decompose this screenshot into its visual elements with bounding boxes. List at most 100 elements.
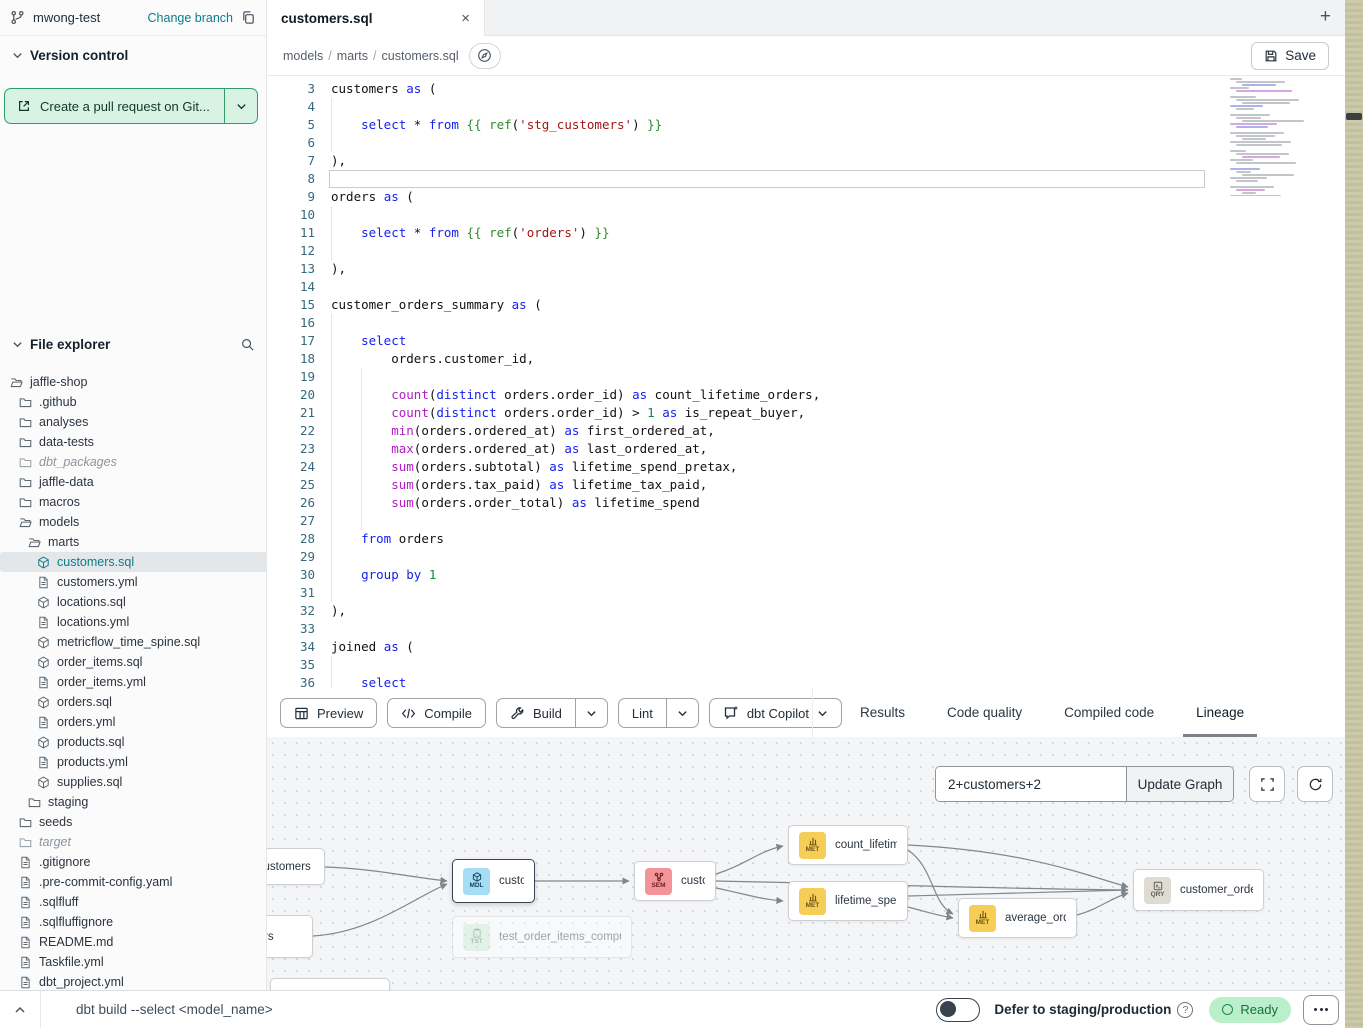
tree-item-analyses[interactable]: analyses: [0, 412, 267, 432]
tab-code-quality[interactable]: Code quality: [926, 688, 1043, 737]
build-caret[interactable]: [575, 699, 607, 727]
lineage-node-test_order_items[interactable]: TSTtest_order_items_compute_to_bools...: [452, 916, 632, 958]
compile-button[interactable]: Compile: [387, 698, 486, 728]
tree-item-order-items-yml[interactable]: order_items.yml: [0, 672, 267, 692]
tree-item-jaffle-data[interactable]: jaffle-data: [0, 472, 267, 492]
code-line-10[interactable]: 10: [267, 206, 1345, 224]
save-button[interactable]: Save: [1251, 42, 1329, 70]
tree-item-marts[interactable]: marts: [0, 532, 267, 552]
tree-item-metricflow-time-spine-sql[interactable]: metricflow_time_spine.sql: [0, 632, 267, 652]
lineage-node-partial_node[interactable]: [270, 978, 390, 990]
create-pr-caret[interactable]: [224, 89, 257, 123]
tree-item-order-items-sql[interactable]: order_items.sql: [0, 652, 267, 672]
window-edge-scrollbar[interactable]: [1345, 0, 1363, 1028]
code-line-16[interactable]: 16: [267, 314, 1345, 332]
code-line-32[interactable]: 32),: [267, 602, 1345, 620]
tree-item--sqlfluffignore[interactable]: .sqlfluffignore: [0, 912, 267, 932]
version-control-header[interactable]: Version control: [0, 36, 266, 63]
lint-button[interactable]: Lint: [619, 699, 666, 727]
code-line-24[interactable]: 24 sum(orders.subtotal) as lifetime_spen…: [267, 458, 1345, 476]
lineage-node-count_lifetime_orders[interactable]: METcount_lifetime_orders: [788, 825, 908, 865]
tree-item-supplies-sql[interactable]: supplies.sql: [0, 772, 267, 792]
build-button[interactable]: Build: [497, 699, 575, 727]
lineage-node-customers_semantic[interactable]: SEMcustomers: [634, 861, 716, 901]
code-line-9[interactable]: 9orders as (: [267, 188, 1345, 206]
lint-caret[interactable]: [666, 699, 698, 727]
tree-item-macros[interactable]: macros: [0, 492, 267, 512]
code-line-3[interactable]: 3customers as (: [267, 80, 1345, 98]
file-explorer-header[interactable]: File explorer: [0, 332, 267, 356]
create-pr-main[interactable]: Create a pull request on Git...: [5, 89, 224, 123]
help-icon[interactable]: ?: [1177, 1002, 1193, 1018]
tab-results[interactable]: Results: [839, 688, 926, 737]
code-line-34[interactable]: 34joined as (: [267, 638, 1345, 656]
code-line-14[interactable]: 14: [267, 278, 1345, 296]
lineage-selector-input[interactable]: [936, 767, 1126, 801]
command-input[interactable]: dbt build --select <model_name>: [76, 1002, 273, 1017]
code-line-21[interactable]: 21 count(distinct orders.order_id) > 1 a…: [267, 404, 1345, 422]
code-line-11[interactable]: 11 select * from {{ ref('orders') }}: [267, 224, 1345, 242]
code-line-19[interactable]: 19: [267, 368, 1345, 386]
tree-item-target[interactable]: target: [0, 832, 267, 852]
breadcrumb-item[interactable]: customers.sql: [382, 49, 459, 63]
new-tab-button[interactable]: +: [1320, 6, 1331, 28]
code-line-29[interactable]: 29: [267, 548, 1345, 566]
tree-item-readme-md[interactable]: README.md: [0, 932, 267, 952]
code-line-35[interactable]: 35: [267, 656, 1345, 674]
code-line-7[interactable]: 7),: [267, 152, 1345, 170]
tree-item-products-sql[interactable]: products.sql: [0, 732, 267, 752]
tree-item--sqlfluff[interactable]: .sqlfluff: [0, 892, 267, 912]
code-line-26[interactable]: 26 sum(orders.order_total) as lifetime_s…: [267, 494, 1345, 512]
tree-item-dbt-packages[interactable]: dbt_packages: [0, 452, 267, 472]
code-line-18[interactable]: 18 orders.customer_id,: [267, 350, 1345, 368]
tree-item--pre-commit-config-yaml[interactable]: .pre-commit-config.yaml: [0, 872, 267, 892]
update-graph-button[interactable]: Update Graph: [1126, 767, 1233, 801]
close-icon[interactable]: ×: [461, 11, 470, 26]
tree-item-models[interactable]: models: [0, 512, 267, 532]
preview-button[interactable]: Preview: [280, 698, 377, 728]
change-branch-link[interactable]: Change branch: [148, 11, 233, 25]
code-line-6[interactable]: 6: [267, 134, 1345, 152]
tree-item-orders-sql[interactable]: orders.sql: [0, 692, 267, 712]
code-line-17[interactable]: 17 select: [267, 332, 1345, 350]
tab-customers-sql[interactable]: customers.sql ×: [267, 0, 485, 36]
tree-item-seeds[interactable]: seeds: [0, 812, 267, 832]
refresh-icon[interactable]: [1297, 766, 1333, 802]
tab-compiled-code[interactable]: Compiled code: [1043, 688, 1175, 737]
tree-item-jaffle-shop[interactable]: jaffle-shop: [0, 372, 267, 392]
tree-item-products-yml[interactable]: products.yml: [0, 752, 267, 772]
tree-item-locations-yml[interactable]: locations.yml: [0, 612, 267, 632]
lineage-node-orders[interactable]: orders: [267, 915, 313, 958]
tree-item-locations-sql[interactable]: locations.sql: [0, 592, 267, 612]
lineage-node-stg_customers[interactable]: stg_customers: [267, 848, 325, 885]
tree-item-orders-yml[interactable]: orders.yml: [0, 712, 267, 732]
tree-item-data-tests[interactable]: data-tests: [0, 432, 267, 452]
tree-item-customers-yml[interactable]: customers.yml: [0, 572, 267, 592]
compass-icon[interactable]: [469, 43, 501, 69]
breadcrumb-item[interactable]: marts: [337, 49, 368, 63]
search-icon[interactable]: [240, 337, 255, 352]
lineage-node-lifetime_spend_pretax[interactable]: METlifetime_spend_pretax: [788, 881, 908, 921]
code-line-4[interactable]: 4: [267, 98, 1345, 116]
code-line-13[interactable]: 13),: [267, 260, 1345, 278]
code-editor[interactable]: 3customers as (45 select * from {{ ref('…: [267, 76, 1345, 688]
tree-item-dbt-project-yml[interactable]: dbt_project.yml: [0, 972, 267, 992]
code-line-27[interactable]: 27: [267, 512, 1345, 530]
more-options-button[interactable]: [1303, 995, 1339, 1025]
code-line-33[interactable]: 33: [267, 620, 1345, 638]
lineage-node-average_order_value[interactable]: METaverage_order_value: [958, 898, 1077, 938]
code-line-5[interactable]: 5 select * from {{ ref('stg_customers') …: [267, 116, 1345, 134]
chevron-up-icon[interactable]: [0, 1004, 40, 1016]
fullscreen-icon[interactable]: [1249, 766, 1285, 802]
code-line-25[interactable]: 25 sum(orders.tax_paid) as lifetime_tax_…: [267, 476, 1345, 494]
lineage-node-customers_model[interactable]: MDLcustomers: [452, 859, 535, 903]
code-line-20[interactable]: 20 count(distinct orders.order_id) as co…: [267, 386, 1345, 404]
code-line-28[interactable]: 28 from orders: [267, 530, 1345, 548]
tab-lineage[interactable]: Lineage: [1175, 688, 1265, 737]
scrollbar-thumb[interactable]: [1346, 113, 1362, 120]
code-line-22[interactable]: 22 min(orders.ordered_at) as first_order…: [267, 422, 1345, 440]
breadcrumb-item[interactable]: models: [283, 49, 323, 63]
code-line-12[interactable]: 12: [267, 242, 1345, 260]
tree-item-customers-sql[interactable]: customers.sql: [0, 552, 267, 572]
tree-item--github[interactable]: .github: [0, 392, 267, 412]
